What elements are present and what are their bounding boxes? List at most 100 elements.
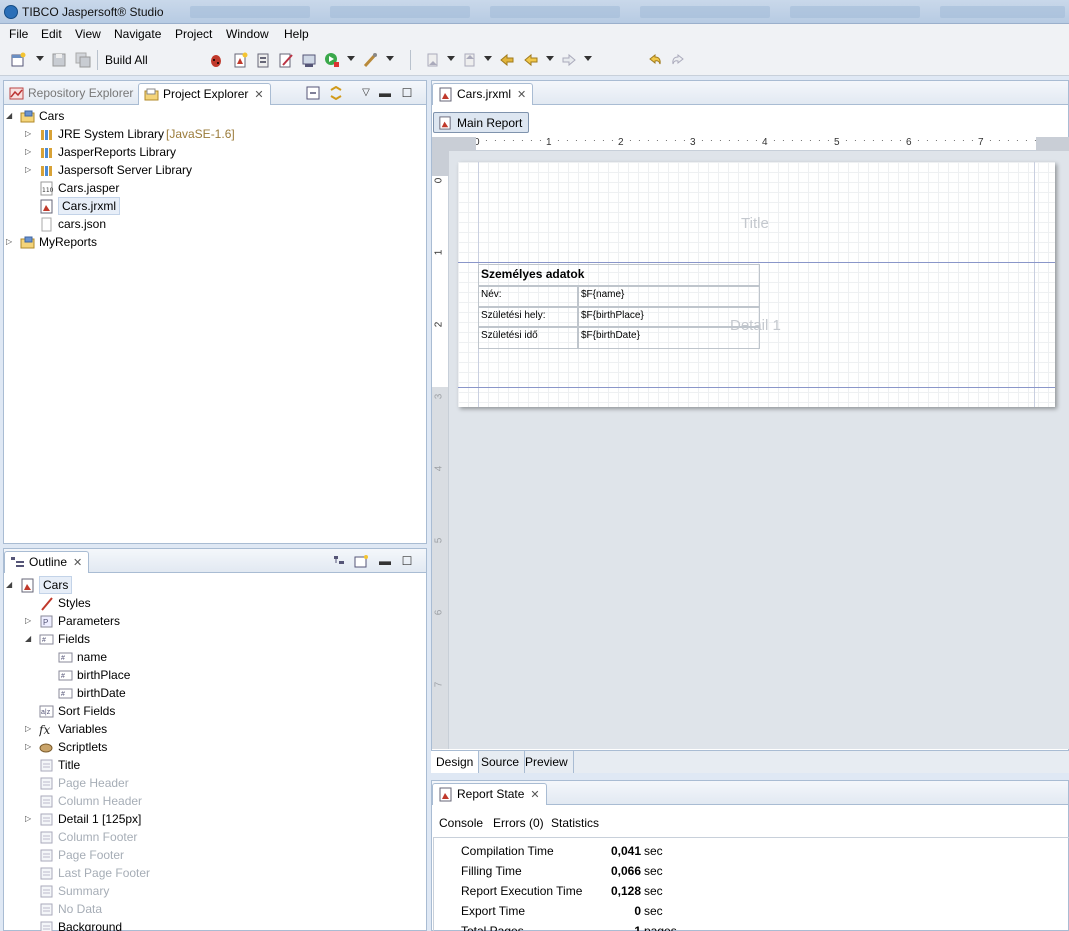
link-with-editor-icon[interactable] xyxy=(329,86,343,100)
next-annotation-dropdown-icon[interactable] xyxy=(447,56,455,61)
expand-arrow-icon[interactable]: ▷ xyxy=(25,810,34,828)
tab-project-explorer[interactable]: Project Explorer ✕ xyxy=(138,83,271,105)
expand-arrow-icon[interactable]: ▷ xyxy=(25,161,34,179)
new-icon[interactable] xyxy=(10,52,26,68)
tree-row[interactable]: Page Header xyxy=(8,774,408,792)
forward-dropdown-icon[interactable] xyxy=(584,56,592,61)
tab-outline[interactable]: Outline ✕ xyxy=(4,551,90,573)
redo-icon[interactable] xyxy=(670,52,686,68)
collapse-arrow-icon[interactable]: ◢ xyxy=(6,576,15,594)
new-report-wizard-icon[interactable] xyxy=(232,52,248,68)
tree-row[interactable]: Background xyxy=(8,918,408,931)
tree-row[interactable]: ◢ Cars xyxy=(6,576,408,594)
tree-row[interactable]: ▷ P Parameters xyxy=(8,612,408,630)
close-icon[interactable]: ✕ xyxy=(73,556,82,569)
expand-arrow-icon[interactable]: ▷ xyxy=(25,738,34,756)
menu-project[interactable]: Project xyxy=(175,27,212,41)
last-edit-location-icon[interactable] xyxy=(499,52,515,68)
run-icon[interactable] xyxy=(324,52,340,68)
tree-row[interactable]: Column Footer xyxy=(8,828,408,846)
subtab-console[interactable]: Console xyxy=(439,816,483,830)
menu-help[interactable]: Help xyxy=(284,27,309,41)
main-report-breadcrumb[interactable]: Main Report xyxy=(433,112,530,133)
collapse-arrow-icon[interactable]: ◢ xyxy=(6,107,15,125)
tools-icon[interactable] xyxy=(362,52,378,68)
menu-edit[interactable]: Edit xyxy=(41,27,62,41)
menu-window[interactable]: Window xyxy=(226,27,269,41)
collapse-arrow-icon[interactable]: ◢ xyxy=(25,630,34,648)
tree-row[interactable]: Summary xyxy=(8,882,408,900)
menu-view[interactable]: View xyxy=(75,27,101,41)
tab-report-state[interactable]: Report State ✕ xyxy=(432,783,547,805)
field-name[interactable]: $F{name} xyxy=(578,286,760,307)
tree-row[interactable]: ▷ Scriptlets xyxy=(8,738,408,756)
publish-icon[interactable] xyxy=(301,52,317,68)
expand-arrow-icon[interactable]: ▷ xyxy=(25,143,34,161)
tree-row[interactable]: Cars.jrxml xyxy=(8,197,408,215)
expand-arrow-icon[interactable]: ▷ xyxy=(25,125,34,143)
tree-row[interactable]: ▷ Detail 1 [125px] xyxy=(8,810,408,828)
label-birthdate[interactable]: Születési idő xyxy=(478,327,578,349)
field-birthplace[interactable]: $F{birthPlace} xyxy=(578,307,760,327)
tools-dropdown-icon[interactable] xyxy=(386,56,394,61)
run-dropdown-icon[interactable] xyxy=(347,56,355,61)
tree-row[interactable]: ◢ Cars xyxy=(6,107,408,125)
undo-icon[interactable] xyxy=(647,52,663,68)
back-arrow-icon[interactable] xyxy=(523,52,539,68)
tab-repository-explorer[interactable]: Repository Explorer xyxy=(4,83,139,105)
tree-row[interactable]: ◢ # Fields xyxy=(8,630,408,648)
label-birthplace[interactable]: Születési hely: xyxy=(478,307,578,327)
collapse-all-icon[interactable] xyxy=(306,86,320,100)
tab-source[interactable]: Source xyxy=(476,751,526,773)
expand-arrow-icon[interactable]: ▷ xyxy=(25,720,34,738)
close-icon[interactable]: ✕ xyxy=(517,88,526,101)
next-annotation-icon[interactable] xyxy=(425,52,441,68)
new-dropdown-icon[interactable] xyxy=(36,56,44,61)
back-dropdown-icon[interactable] xyxy=(546,56,554,61)
tree-row[interactable]: 110 Cars.jasper xyxy=(8,179,408,197)
tree-row[interactable]: Last Page Footer xyxy=(8,864,408,882)
build-all-button[interactable]: Build All xyxy=(105,53,148,67)
tree-row[interactable]: ▷ JasperReports Library xyxy=(8,143,408,161)
tree-mode-icon[interactable] xyxy=(332,554,346,568)
edit-report-icon[interactable] xyxy=(278,52,294,68)
subtab-errors[interactable]: Errors (0) xyxy=(493,816,544,830)
expand-arrow-icon[interactable]: ▷ xyxy=(6,233,15,251)
menu-file[interactable]: File xyxy=(9,27,28,41)
expand-arrow-icon[interactable]: ▷ xyxy=(25,612,34,630)
tree-row[interactable]: Page Footer xyxy=(8,846,408,864)
tree-row[interactable]: a|z Sort Fields xyxy=(8,702,408,720)
section-title-textfield[interactable]: Személyes adatok xyxy=(478,264,760,286)
minimize-icon[interactable]: ▬ xyxy=(378,86,392,100)
tree-row[interactable]: Column Header xyxy=(8,792,408,810)
menu-navigate[interactable]: Navigate xyxy=(114,27,161,41)
save-icon[interactable] xyxy=(51,52,67,68)
new-dataset-icon[interactable] xyxy=(255,52,271,68)
maximize-icon[interactable]: ☐ xyxy=(400,86,414,100)
debug-bug-icon[interactable] xyxy=(208,52,224,68)
close-icon[interactable]: ✕ xyxy=(254,88,263,101)
tree-row[interactable]: # name xyxy=(8,648,408,666)
prev-annotation-icon[interactable] xyxy=(462,52,478,68)
view-menu-icon[interactable]: ▽ xyxy=(359,86,373,100)
tree-row[interactable]: Title xyxy=(8,756,408,774)
tree-row[interactable]: ▷ fx Variables xyxy=(8,720,408,738)
save-all-icon[interactable] xyxy=(75,52,91,68)
tree-row[interactable]: ▷ MyReports xyxy=(6,233,408,251)
tree-row[interactable]: ▷ Jaspersoft Server Library xyxy=(8,161,408,179)
label-name[interactable]: Név: xyxy=(478,286,578,307)
tree-row[interactable]: No Data xyxy=(8,900,408,918)
report-page[interactable]: Title Detail 1 Személyes adatok Név: $F{… xyxy=(458,162,1055,407)
tree-row[interactable]: # birthDate xyxy=(8,684,408,702)
tree-row[interactable]: # birthPlace xyxy=(8,666,408,684)
tree-row[interactable]: cars.json xyxy=(8,215,408,233)
tab-design[interactable]: Design xyxy=(431,751,480,773)
forward-arrow-icon[interactable] xyxy=(561,52,577,68)
minimize-icon[interactable]: ▬ xyxy=(378,554,392,568)
tree-row[interactable]: ▷ JRE System Library [JavaSE-1.6] xyxy=(8,125,408,143)
tab-cars-jrxml[interactable]: Cars.jrxml ✕ xyxy=(432,83,534,105)
close-icon[interactable]: ✕ xyxy=(530,788,539,801)
subtab-statistics[interactable]: Statistics xyxy=(551,816,599,830)
tab-preview[interactable]: Preview xyxy=(520,751,574,773)
outline-mode-icon[interactable] xyxy=(354,554,368,568)
